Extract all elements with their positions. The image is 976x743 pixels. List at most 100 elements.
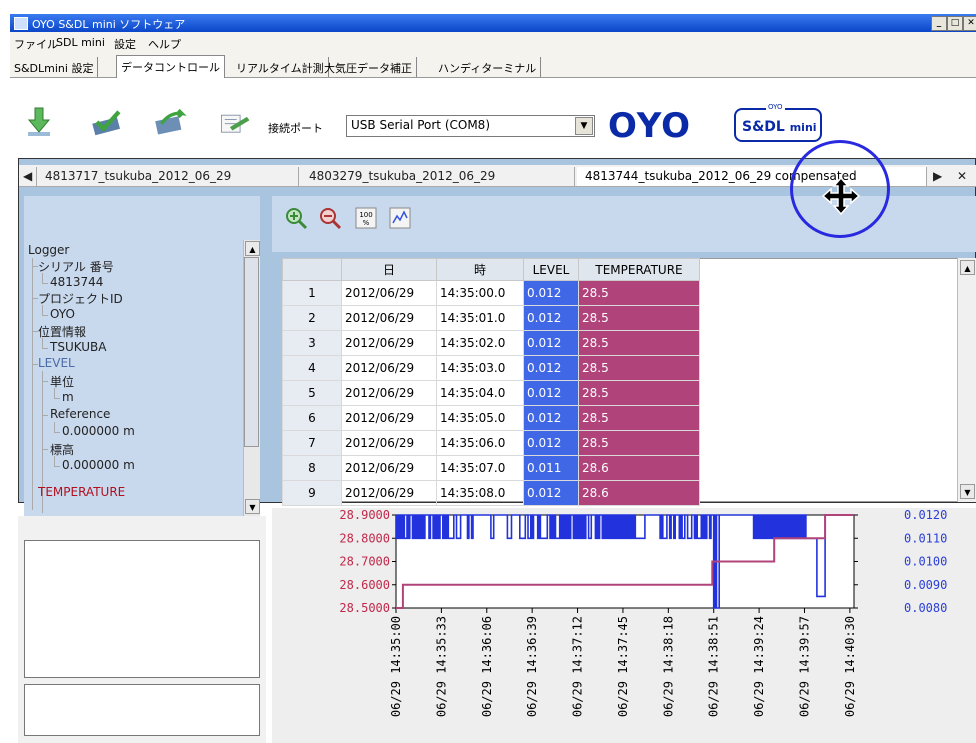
menu-settings[interactable]: 設定 bbox=[114, 36, 136, 52]
row-index[interactable]: 6 bbox=[282, 405, 342, 431]
grid-scroll-up-icon[interactable]: ▲ bbox=[960, 260, 975, 275]
cell-level[interactable]: 0.012 bbox=[523, 330, 579, 356]
tab-handy-terminal[interactable]: ハンディターミナル bbox=[434, 57, 542, 77]
cell-date[interactable]: 2012/06/29 bbox=[341, 480, 437, 506]
chevron-down-icon[interactable]: ▼ bbox=[575, 117, 593, 135]
close-button[interactable]: ✕ bbox=[963, 16, 976, 31]
cell-temperature[interactable]: 28.6 bbox=[578, 480, 700, 506]
row-index[interactable]: 5 bbox=[282, 380, 342, 406]
cell-temperature[interactable]: 28.5 bbox=[578, 355, 700, 381]
cell-temperature[interactable]: 28.5 bbox=[578, 380, 700, 406]
cell-temperature[interactable]: 28.5 bbox=[578, 280, 700, 306]
cell-date[interactable]: 2012/06/29 bbox=[341, 430, 437, 456]
tab-realtime[interactable]: リアルタイム計測 bbox=[232, 57, 329, 77]
table-row[interactable]: 5 2012/06/29 14:35:04.0 0.012 28.5 bbox=[282, 380, 700, 406]
cell-level[interactable]: 0.012 bbox=[523, 480, 579, 506]
row-index[interactable]: 7 bbox=[282, 430, 342, 456]
menu-sdl-mini[interactable]: SDL mini bbox=[56, 36, 105, 49]
tab-prev-arrow[interactable]: ◀ bbox=[19, 167, 37, 186]
row-index[interactable]: 9 bbox=[282, 480, 342, 506]
file-tab-2[interactable]: 4803279_tsukuba_2012_06_29 bbox=[301, 167, 575, 186]
title-bar[interactable]: OYO S&DL mini ソフトウェア _ □ ✕ bbox=[10, 14, 976, 32]
cell-temperature[interactable]: 28.5 bbox=[578, 305, 700, 331]
cell-time[interactable]: 14:35:03.0 bbox=[436, 355, 524, 381]
cell-level[interactable]: 0.012 bbox=[523, 355, 579, 381]
graph-icon[interactable] bbox=[388, 206, 412, 230]
tree-reference-label[interactable]: Reference bbox=[50, 407, 110, 421]
grid-scrollbar[interactable]: ▲ ▼ bbox=[957, 258, 976, 502]
table-row[interactable]: 4 2012/06/29 14:35:03.0 0.012 28.5 bbox=[282, 355, 700, 381]
row-index[interactable]: 3 bbox=[282, 330, 342, 356]
scroll-up-icon[interactable]: ▲ bbox=[245, 241, 260, 256]
check-device-icon[interactable] bbox=[90, 106, 124, 138]
grid-scroll-down-icon[interactable]: ▼ bbox=[960, 484, 975, 499]
cell-level[interactable]: 0.012 bbox=[523, 380, 579, 406]
header-time[interactable]: 時 bbox=[436, 258, 524, 281]
scroll-down-icon[interactable]: ▼ bbox=[245, 499, 260, 514]
tab-data-control[interactable]: データコントロール bbox=[116, 55, 225, 79]
table-row[interactable]: 6 2012/06/29 14:35:05.0 0.012 28.5 bbox=[282, 405, 700, 431]
header-level[interactable]: LEVEL bbox=[523, 258, 579, 281]
cell-date[interactable]: 2012/06/29 bbox=[341, 330, 437, 356]
cell-date[interactable]: 2012/06/29 bbox=[341, 455, 437, 481]
zoom-in-icon[interactable] bbox=[284, 206, 308, 230]
data-table[interactable]: 日 時 LEVEL TEMPERATURE 1 2012/06/29 14:35:0… bbox=[282, 258, 700, 506]
row-index[interactable]: 8 bbox=[282, 455, 342, 481]
tree-reference-value[interactable]: 0.000000 m bbox=[62, 424, 135, 438]
row-index[interactable]: 4 bbox=[282, 355, 342, 381]
table-row[interactable]: 7 2012/06/29 14:35:06.0 0.012 28.5 bbox=[282, 430, 700, 456]
cell-time[interactable]: 14:35:01.0 bbox=[436, 305, 524, 331]
cell-date[interactable]: 2012/06/29 bbox=[341, 405, 437, 431]
cell-time[interactable]: 14:35:04.0 bbox=[436, 380, 524, 406]
tree-scroll-thumb[interactable] bbox=[244, 257, 259, 447]
minimize-button[interactable]: _ bbox=[931, 16, 947, 31]
table-row[interactable]: 8 2012/06/29 14:35:07.0 0.011 28.6 bbox=[282, 455, 700, 481]
header-index[interactable] bbox=[282, 258, 342, 281]
tree-root[interactable]: Logger bbox=[28, 243, 69, 257]
tree-elevation-value[interactable]: 0.000000 m bbox=[62, 458, 135, 472]
menu-help[interactable]: ヘルプ bbox=[148, 36, 181, 52]
level-temperature-chart[interactable]: 28.9000 28.8000 28.7000 28.6000 28.5000 0.012… bbox=[272, 508, 976, 743]
properties-tree[interactable]: Logger シリアル 番号 4813744 プロジェクトID OYO 位置情報… bbox=[24, 240, 260, 516]
row-index[interactable]: 2 bbox=[282, 305, 342, 331]
cell-time[interactable]: 14:35:02.0 bbox=[436, 330, 524, 356]
cell-time[interactable]: 14:35:05.0 bbox=[436, 405, 524, 431]
cell-temperature[interactable]: 28.6 bbox=[578, 455, 700, 481]
table-row[interactable]: 9 2012/06/29 14:35:08.0 0.012 28.6 bbox=[282, 480, 700, 506]
zoom-out-icon[interactable] bbox=[318, 206, 342, 230]
cell-time[interactable]: 14:35:00.0 bbox=[436, 280, 524, 306]
maximize-button[interactable]: □ bbox=[947, 16, 963, 31]
tree-project-label[interactable]: プロジェクトID bbox=[38, 290, 123, 307]
cell-time[interactable]: 14:35:08.0 bbox=[436, 480, 524, 506]
file-tab-1[interactable]: 4813717_tsukuba_2012_06_29 bbox=[37, 167, 299, 186]
tab-pressure-correction[interactable]: 大気圧データ補正 bbox=[320, 57, 417, 77]
cell-date[interactable]: 2012/06/29 bbox=[341, 305, 437, 331]
table-row[interactable]: 2 2012/06/29 14:35:01.0 0.012 28.5 bbox=[282, 305, 700, 331]
zoom-100-icon[interactable]: 100 % bbox=[354, 206, 378, 230]
tab-sdlmini-settings[interactable]: S&DLmini 設定 bbox=[10, 57, 99, 77]
cell-level[interactable]: 0.012 bbox=[523, 430, 579, 456]
header-date[interactable]: 日 bbox=[341, 258, 437, 281]
row-index[interactable]: 1 bbox=[282, 280, 342, 306]
menu-file[interactable]: ファイル bbox=[14, 36, 58, 52]
cell-date[interactable]: 2012/06/29 bbox=[341, 355, 437, 381]
cell-level[interactable]: 0.011 bbox=[523, 455, 579, 481]
cell-temperature[interactable]: 28.5 bbox=[578, 330, 700, 356]
cell-time[interactable]: 14:35:07.0 bbox=[436, 455, 524, 481]
tree-location-label[interactable]: 位置情報 bbox=[38, 323, 86, 340]
cell-level[interactable]: 0.012 bbox=[523, 280, 579, 306]
tree-temperature-label[interactable]: TEMPERATURE bbox=[38, 485, 125, 499]
cell-temperature[interactable]: 28.5 bbox=[578, 405, 700, 431]
download-icon[interactable] bbox=[22, 106, 56, 138]
cell-level[interactable]: 0.012 bbox=[523, 305, 579, 331]
tree-location-value[interactable]: TSUKUBA bbox=[50, 340, 107, 354]
tree-serial-value[interactable]: 4813744 bbox=[50, 275, 103, 289]
tree-serial-label[interactable]: シリアル 番号 bbox=[38, 258, 114, 275]
tree-level-label[interactable]: LEVEL bbox=[38, 356, 75, 370]
upload-settings-icon[interactable] bbox=[153, 106, 187, 138]
port-select[interactable]: USB Serial Port (COM8) ▼ bbox=[346, 115, 595, 137]
cell-level[interactable]: 0.012 bbox=[523, 405, 579, 431]
edit-data-icon[interactable] bbox=[218, 106, 252, 138]
tree-project-value[interactable]: OYO bbox=[50, 307, 75, 321]
table-row[interactable]: 3 2012/06/29 14:35:02.0 0.012 28.5 bbox=[282, 330, 700, 356]
